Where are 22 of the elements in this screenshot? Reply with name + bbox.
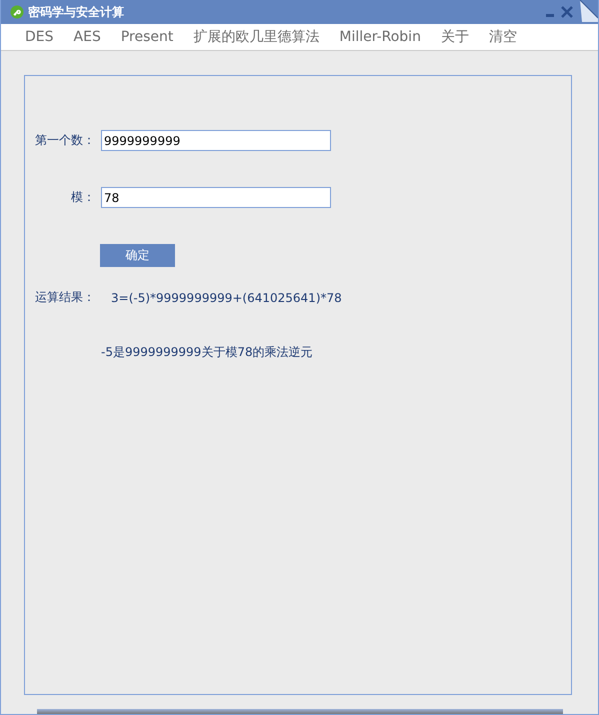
menu-item[interactable]: 关于 [430, 28, 479, 46]
app-icon [10, 5, 24, 19]
scroll-bar[interactable] [37, 709, 563, 714]
menu-item[interactable]: AES [64, 29, 111, 45]
close-button[interactable] [560, 5, 574, 19]
input-field[interactable]: 9999999999 [101, 130, 331, 151]
menu-item[interactable]: Present [110, 29, 184, 45]
menu-item[interactable]: 清空 [478, 28, 527, 46]
menu-item[interactable]: Miller-Robin [329, 29, 431, 45]
window-title: 密码学与安全计算 [28, 4, 124, 20]
menu-item[interactable]: DES [15, 29, 64, 45]
menu-item[interactable]: 扩展的欧几里德算法 [183, 28, 330, 46]
confirm-button[interactable]: 确定 [100, 244, 175, 267]
field-label: 模： [70, 189, 96, 206]
result-text: 3=(-5)*9999999999+(641025641)*78 [111, 290, 342, 304]
field-label: 第一个数： [34, 132, 96, 149]
input-field[interactable]: 78 [101, 187, 331, 208]
close-icon [560, 5, 574, 19]
corner-fold-icon [580, 0, 598, 22]
conclusion-text: -5是9999999999关于模78的乘法逆元 [101, 344, 314, 361]
result-label: 运算结果： [34, 289, 96, 306]
minimize-icon [546, 14, 554, 16]
